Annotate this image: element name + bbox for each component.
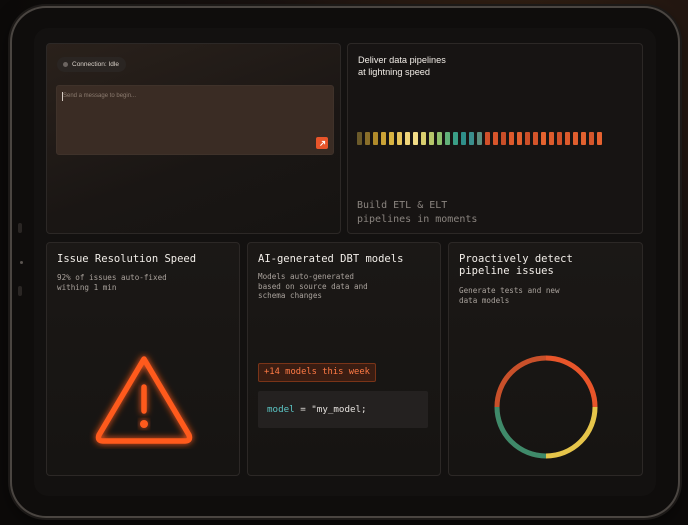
pipelines-caption: Build ETL & ELT pipelines in moments	[357, 200, 478, 225]
pipeline-bar	[477, 132, 482, 145]
side-dot	[20, 261, 23, 264]
warning-icon	[89, 351, 199, 454]
chat-card: Connection: Idle Send a message to begin…	[46, 43, 341, 234]
pipeline-bar	[469, 132, 474, 145]
detect-title: Proactively detect pipeline issues	[459, 253, 573, 277]
connection-status-badge: Connection: Idle	[57, 57, 126, 72]
send-button[interactable]	[316, 137, 328, 149]
pipeline-bar	[413, 132, 418, 145]
pipeline-bar	[533, 132, 538, 145]
dbt-subtitle: Models auto-generated based on source da…	[258, 272, 368, 300]
code-value: = "my_model;	[294, 404, 367, 415]
pipelines-title: Deliver data pipelines at lightning spee…	[358, 55, 446, 77]
pipeline-bar	[525, 132, 530, 145]
issue-title: Issue Resolution Speed	[57, 253, 197, 265]
pipeline-bar	[357, 132, 362, 145]
pipeline-bar	[397, 132, 402, 145]
pipeline-bar	[429, 132, 434, 145]
code-snippet: model = "my_model;	[258, 391, 428, 428]
send-arrow-icon	[319, 140, 325, 146]
message-input[interactable]: Send a message to begin...	[56, 85, 334, 155]
pipeline-bar	[581, 132, 586, 145]
side-button	[18, 223, 22, 233]
pipeline-bar	[565, 132, 570, 145]
issue-resolution-card: Issue Resolution Speed 92% of issues aut…	[46, 242, 240, 476]
pipeline-bar	[549, 132, 554, 145]
status-dot-icon	[63, 62, 68, 67]
detect-subtitle: Generate tests and new data models	[459, 286, 560, 305]
pipeline-bar	[501, 132, 506, 145]
detect-issues-card: Proactively detect pipeline issues Gener…	[448, 242, 643, 476]
pipeline-bars	[357, 132, 602, 145]
pipeline-bar	[493, 132, 498, 145]
pipeline-bar	[453, 132, 458, 145]
pipeline-bar	[381, 132, 386, 145]
connection-status-text: Connection: Idle	[72, 61, 119, 68]
pipeline-bar	[509, 132, 514, 145]
dbt-title: AI-generated DBT models	[258, 253, 404, 265]
dbt-models-card: AI-generated DBT models Models auto-gene…	[247, 242, 441, 476]
pipeline-bar	[365, 132, 370, 145]
pipeline-bar	[557, 132, 562, 145]
screen: Connection: Idle Send a message to begin…	[34, 28, 656, 496]
models-count-badge: +14 models this week	[258, 363, 376, 382]
pipeline-bar	[421, 132, 426, 145]
pipeline-bar	[589, 132, 594, 145]
pipeline-bar	[373, 132, 378, 145]
pipeline-bar	[485, 132, 490, 145]
pipeline-bar	[445, 132, 450, 145]
message-placeholder: Send a message to begin...	[63, 93, 137, 99]
code-keyword: model	[267, 404, 295, 415]
pipeline-bar	[517, 132, 522, 145]
pipeline-bar	[597, 132, 602, 145]
side-button	[18, 286, 22, 296]
pipeline-bar	[461, 132, 466, 145]
pipeline-bar	[389, 132, 394, 145]
pipeline-bar	[573, 132, 578, 145]
pipeline-bar	[405, 132, 410, 145]
pipelines-card: Deliver data pipelines at lightning spee…	[347, 43, 643, 234]
pipeline-bar	[437, 132, 442, 145]
status-ring-icon	[493, 354, 599, 465]
issue-subtitle: 92% of issues auto-fixed withing 1 min	[57, 273, 167, 292]
pipeline-bar	[541, 132, 546, 145]
tablet-frame: Connection: Idle Send a message to begin…	[12, 8, 678, 516]
